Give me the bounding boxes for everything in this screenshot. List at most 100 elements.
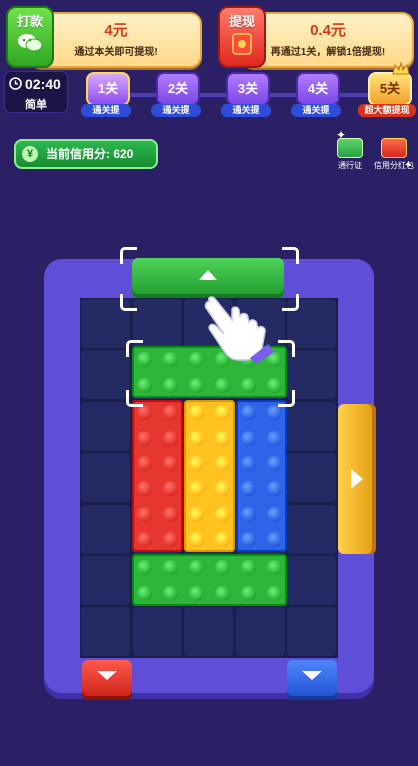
block-stud: [240, 377, 256, 393]
sparkle-icon: ✦: [404, 160, 413, 171]
selection-corner: [126, 340, 143, 357]
block-stud: [137, 455, 153, 471]
block-stud: [241, 531, 257, 547]
block-stud: [241, 405, 257, 421]
grid-cell: [287, 607, 337, 657]
block-stud: [241, 430, 257, 446]
grid-cell: [287, 401, 337, 451]
green-block-bottom[interactable]: [132, 554, 287, 606]
crown-icon: [392, 62, 410, 75]
block-stud: [214, 506, 230, 522]
block-stud: [189, 455, 205, 471]
withdraw-badge-label: 提现: [228, 14, 255, 29]
block-stud: [163, 351, 179, 367]
grid-cell: [81, 607, 130, 657]
block-stud: [214, 377, 230, 393]
block-stud: [137, 430, 153, 446]
block-stud: [266, 506, 282, 522]
arrow-down-icon: [97, 671, 117, 680]
red-exit-door[interactable]: [82, 660, 132, 700]
block-stud: [214, 585, 230, 601]
blue-exit-door[interactable]: [287, 660, 337, 700]
sparkle-icon: ✦: [336, 128, 347, 142]
yellow-block[interactable]: [184, 400, 235, 552]
grid-cell: [132, 607, 182, 657]
block-stud: [163, 377, 179, 393]
difficulty-label: 简单: [25, 99, 47, 111]
selection-corner: [120, 247, 137, 264]
block-stud: [137, 559, 153, 575]
grid-cell: [287, 556, 337, 605]
pass-ticket-button[interactable]: 通行证: [332, 138, 368, 171]
red-envelope-small-icon: [381, 138, 407, 158]
block-stud: [240, 585, 256, 601]
red-envelope-icon: [232, 33, 252, 55]
level-2-sub: 通关提: [151, 104, 201, 117]
block-stud: [214, 430, 230, 446]
level-1-sub: 通关提: [81, 104, 131, 117]
withdraw-description-right: 再通过1关，解锁1倍提现!: [270, 47, 386, 58]
level-4-sub: 通关提: [291, 104, 341, 117]
grid-cell: [81, 401, 130, 451]
block-stud: [241, 506, 257, 522]
withdraw-info-card-right[interactable]: 0.4元 再通过1关，解锁1倍提现!: [242, 12, 414, 68]
block-stud: [189, 377, 205, 393]
block-stud: [163, 585, 179, 601]
withdraw-amount-right: 0.4元: [310, 22, 346, 39]
block-stud: [266, 455, 282, 471]
grid-cell: [81, 504, 130, 554]
arrow-up-icon: [199, 270, 217, 280]
countdown-timer: 02:40 简单: [4, 71, 68, 113]
block-stud: [266, 405, 282, 421]
arrow-down-icon: [302, 671, 322, 680]
block-stud: [189, 531, 205, 547]
block-stud: [137, 405, 153, 421]
block-stud: [137, 585, 153, 601]
level-5-button[interactable]: 5关: [368, 72, 412, 106]
block-stud: [162, 430, 178, 446]
grid-cell: [81, 350, 130, 400]
grid-cell: [287, 453, 337, 503]
timer-value: 02:40: [25, 76, 61, 92]
block-stud: [189, 430, 205, 446]
blue-block[interactable]: [236, 400, 287, 552]
block-stud: [266, 430, 282, 446]
withdraw-info-card-left[interactable]: 4元 通过本关即可提现!: [30, 12, 202, 68]
level-1-button[interactable]: 1关: [86, 72, 130, 106]
clock-icon: [9, 77, 22, 90]
level-3-sub: 通关提: [221, 104, 271, 117]
block-stud: [214, 455, 230, 471]
selection-corner: [126, 390, 143, 407]
level-3-button[interactable]: 3关: [226, 72, 270, 106]
pass-ticket-label: 通行证: [338, 161, 362, 170]
level-4-button[interactable]: 4关: [296, 72, 340, 106]
withdraw-description: 通过本关即可提现!: [74, 47, 158, 58]
block-stud: [266, 531, 282, 547]
block-stud: [266, 559, 282, 575]
block-stud: [241, 481, 257, 497]
grid-cell: [81, 556, 130, 605]
yellow-exit-door[interactable]: [338, 404, 376, 554]
credit-score-pill[interactable]: ¥ 当前信用分: 620: [14, 139, 158, 169]
withdraw-badge[interactable]: 提现: [218, 6, 266, 68]
block-stud: [189, 585, 205, 601]
block-stud: [137, 506, 153, 522]
selection-corner: [120, 294, 137, 311]
withdraw-amount: 4元: [104, 22, 128, 39]
level-2-button[interactable]: 2关: [156, 72, 200, 106]
block-stud: [240, 559, 256, 575]
block-stud: [189, 405, 205, 421]
grid-cell: [235, 607, 285, 657]
payout-badge-label: 打款: [16, 14, 43, 29]
block-stud: [162, 481, 178, 497]
block-stud: [137, 481, 153, 497]
red-block[interactable]: [132, 400, 183, 552]
payout-badge[interactable]: 打款: [6, 6, 54, 68]
block-stud: [266, 481, 282, 497]
green-exit-door[interactable]: [132, 258, 284, 298]
grid-cell: [287, 504, 337, 554]
level-5-sub: 超大额提现: [358, 104, 416, 117]
block-stud: [241, 455, 257, 471]
block-stud: [214, 559, 230, 575]
selection-corner: [282, 247, 299, 264]
